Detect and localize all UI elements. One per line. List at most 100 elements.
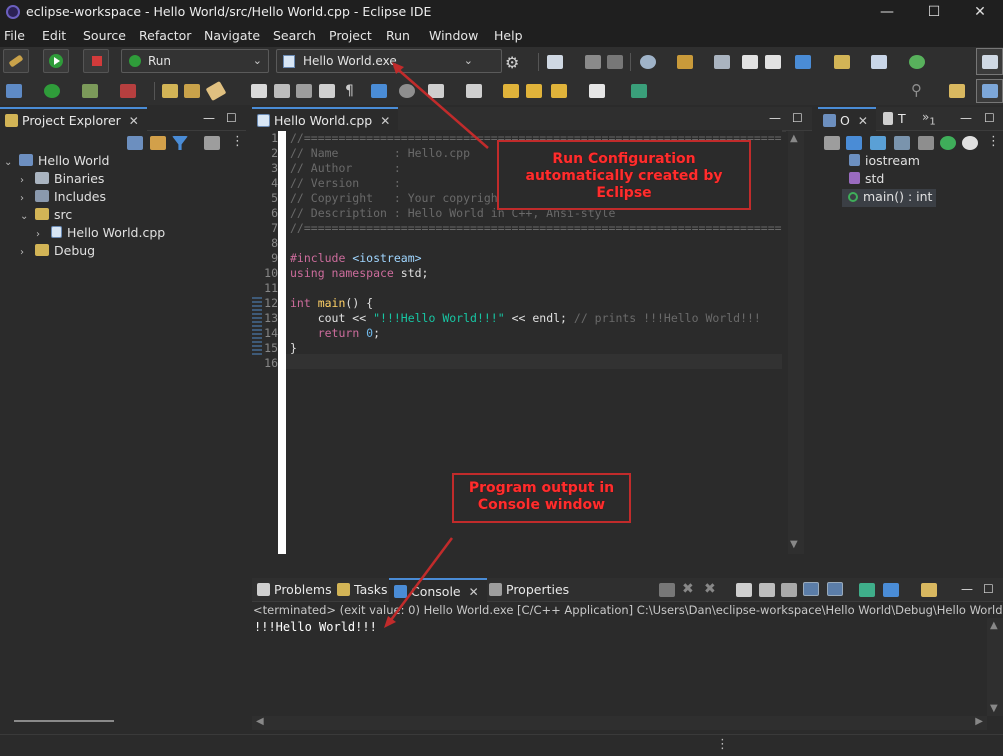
tab-tasks[interactable]: Tasks (332, 578, 396, 602)
menu-search[interactable]: Search (273, 28, 316, 43)
view-overflow-button[interactable]: »1 (922, 110, 936, 127)
minimize-view-icon[interactable]: — (769, 111, 781, 125)
hide-fields-icon[interactable] (846, 136, 862, 150)
navigate-forward-icon[interactable] (589, 84, 605, 98)
forward-icon[interactable] (526, 84, 542, 98)
remove-launch-icon[interactable]: ✖ (682, 581, 694, 597)
outline-item-iostream[interactable]: iostream (846, 153, 920, 171)
coverage-icon[interactable] (82, 84, 98, 98)
menu-edit[interactable]: Edit (42, 28, 66, 43)
brush-icon[interactable] (205, 80, 227, 102)
next-annotation-icon[interactable] (428, 84, 444, 98)
module-icon[interactable] (714, 55, 730, 69)
filter-icon[interactable] (172, 136, 188, 150)
kebab-menu-icon[interactable]: ⋮ (987, 134, 1000, 149)
block-selection-icon[interactable] (296, 84, 312, 98)
new-source-file-icon[interactable] (871, 55, 887, 69)
save-all-icon[interactable] (607, 55, 623, 69)
minimize-view-icon[interactable]: — (203, 111, 215, 125)
tree-item-src[interactable]: ⌄ src (20, 207, 72, 225)
open-console-icon[interactable] (859, 583, 875, 597)
menu-help[interactable]: Help (494, 28, 523, 43)
kebab-menu-icon[interactable]: ⋮ (231, 134, 244, 149)
hide-static-icon[interactable] (870, 136, 886, 150)
link-icon[interactable] (962, 136, 978, 150)
word-wrap-icon[interactable] (319, 84, 335, 98)
refresh-icon[interactable] (909, 55, 925, 69)
maximize-window-button[interactable]: ☐ (911, 0, 957, 24)
word-wrap-console-icon[interactable] (781, 583, 797, 597)
toggle-comment-icon[interactable] (274, 84, 290, 98)
sort-icon[interactable] (824, 136, 840, 150)
outline-item-std[interactable]: std (846, 171, 884, 189)
new-console-icon[interactable] (921, 583, 937, 597)
console-horizontal-scrollbar[interactable]: ◀ ▶ (252, 716, 987, 730)
back-icon[interactable] (503, 84, 519, 98)
menu-navigate[interactable]: Navigate (204, 28, 260, 43)
tree-item-hello-world-cpp[interactable]: › Hello World.cpp (36, 225, 165, 243)
cpp-perspective-button[interactable] (976, 79, 1003, 103)
tree-item-project[interactable]: ⌄ Hello World (4, 153, 109, 171)
back-arrow-icon[interactable] (742, 55, 758, 69)
menu-window[interactable]: Window (429, 28, 478, 43)
tab-tasks-view[interactable]: T (878, 107, 914, 131)
open-type-icon[interactable] (184, 84, 200, 98)
group-icon[interactable] (940, 136, 956, 150)
terminate-button[interactable] (83, 49, 109, 73)
show-on-output-icon[interactable] (827, 582, 843, 596)
launch-mode-select[interactable]: Run ⌄ (121, 49, 269, 73)
view-menu-icon[interactable] (204, 136, 220, 150)
menu-run[interactable]: Run (386, 28, 410, 43)
save-icon[interactable] (585, 55, 601, 69)
run-icon[interactable] (44, 84, 60, 98)
status-bar-handle-icon[interactable]: ⋮ (716, 737, 729, 752)
debug-icon[interactable] (6, 84, 22, 98)
terminate-console-icon[interactable] (659, 583, 675, 597)
tree-item-binaries[interactable]: › Binaries (20, 171, 104, 189)
maximize-view-icon[interactable]: ☐ (984, 111, 995, 125)
prev-annotation-icon[interactable] (399, 84, 415, 98)
display-console-icon[interactable] (883, 583, 899, 597)
close-icon[interactable]: ✕ (129, 114, 139, 128)
hide-inactive-icon[interactable] (918, 136, 934, 150)
forward-arrow-icon[interactable] (765, 55, 781, 69)
tree-item-includes[interactable]: › Includes (20, 189, 106, 207)
navigate-back-icon[interactable] (551, 84, 567, 98)
close-window-button[interactable]: ✕ (957, 0, 1003, 24)
close-icon[interactable]: ✕ (380, 114, 390, 128)
remove-all-icon[interactable]: ✖ (704, 581, 716, 597)
horizontal-scrollbar[interactable] (14, 720, 114, 722)
tab-outline[interactable]: O ✕ (818, 107, 876, 131)
tree-item-debug[interactable]: › Debug (20, 243, 95, 261)
tab-project-explorer[interactable]: Project Explorer ✕ (0, 107, 147, 131)
maximize-view-icon[interactable]: ☐ (226, 111, 237, 125)
outline-item-main[interactable]: main() : int (842, 189, 937, 207)
launch-configuration-settings-icon[interactable]: ⚙ (505, 53, 519, 72)
last-edit-icon[interactable] (466, 84, 482, 98)
new-file-icon[interactable] (547, 55, 563, 69)
console-vertical-scrollbar[interactable]: ▲ ▼ (987, 618, 1003, 716)
build-button[interactable] (3, 49, 29, 73)
maximize-view-icon[interactable]: ☐ (983, 582, 994, 596)
minimize-window-button[interactable]: — (864, 0, 910, 24)
scroll-lock-icon[interactable] (759, 583, 775, 597)
launch-configuration-select[interactable]: Hello World.exe ⌄ (276, 49, 502, 73)
pin-editor-icon[interactable] (631, 84, 647, 98)
mark-occurrences-icon[interactable] (251, 84, 267, 98)
external-tools-icon[interactable] (120, 84, 136, 98)
debug-settings-icon[interactable] (640, 55, 656, 69)
hide-non-public-icon[interactable] (894, 136, 910, 150)
pin-console-icon[interactable] (803, 582, 819, 596)
vertical-scrollbar[interactable]: ▲ ▼ (788, 131, 804, 554)
close-icon[interactable]: ✕ (469, 585, 479, 599)
launch-run-button[interactable] (43, 49, 69, 73)
show-whitespace-icon[interactable]: ¶ (345, 83, 354, 99)
collapse-all-icon[interactable] (127, 136, 143, 150)
clear-console-icon[interactable] (736, 583, 752, 597)
minimize-view-icon[interactable]: — (961, 582, 973, 596)
menu-source[interactable]: Source (83, 28, 126, 43)
menu-file[interactable]: File (4, 28, 25, 43)
tab-hello-world-cpp[interactable]: Hello World.cpp ✕ (252, 107, 399, 131)
highlight-icon[interactable] (371, 84, 387, 98)
open-perspective-icon[interactable] (949, 84, 965, 98)
